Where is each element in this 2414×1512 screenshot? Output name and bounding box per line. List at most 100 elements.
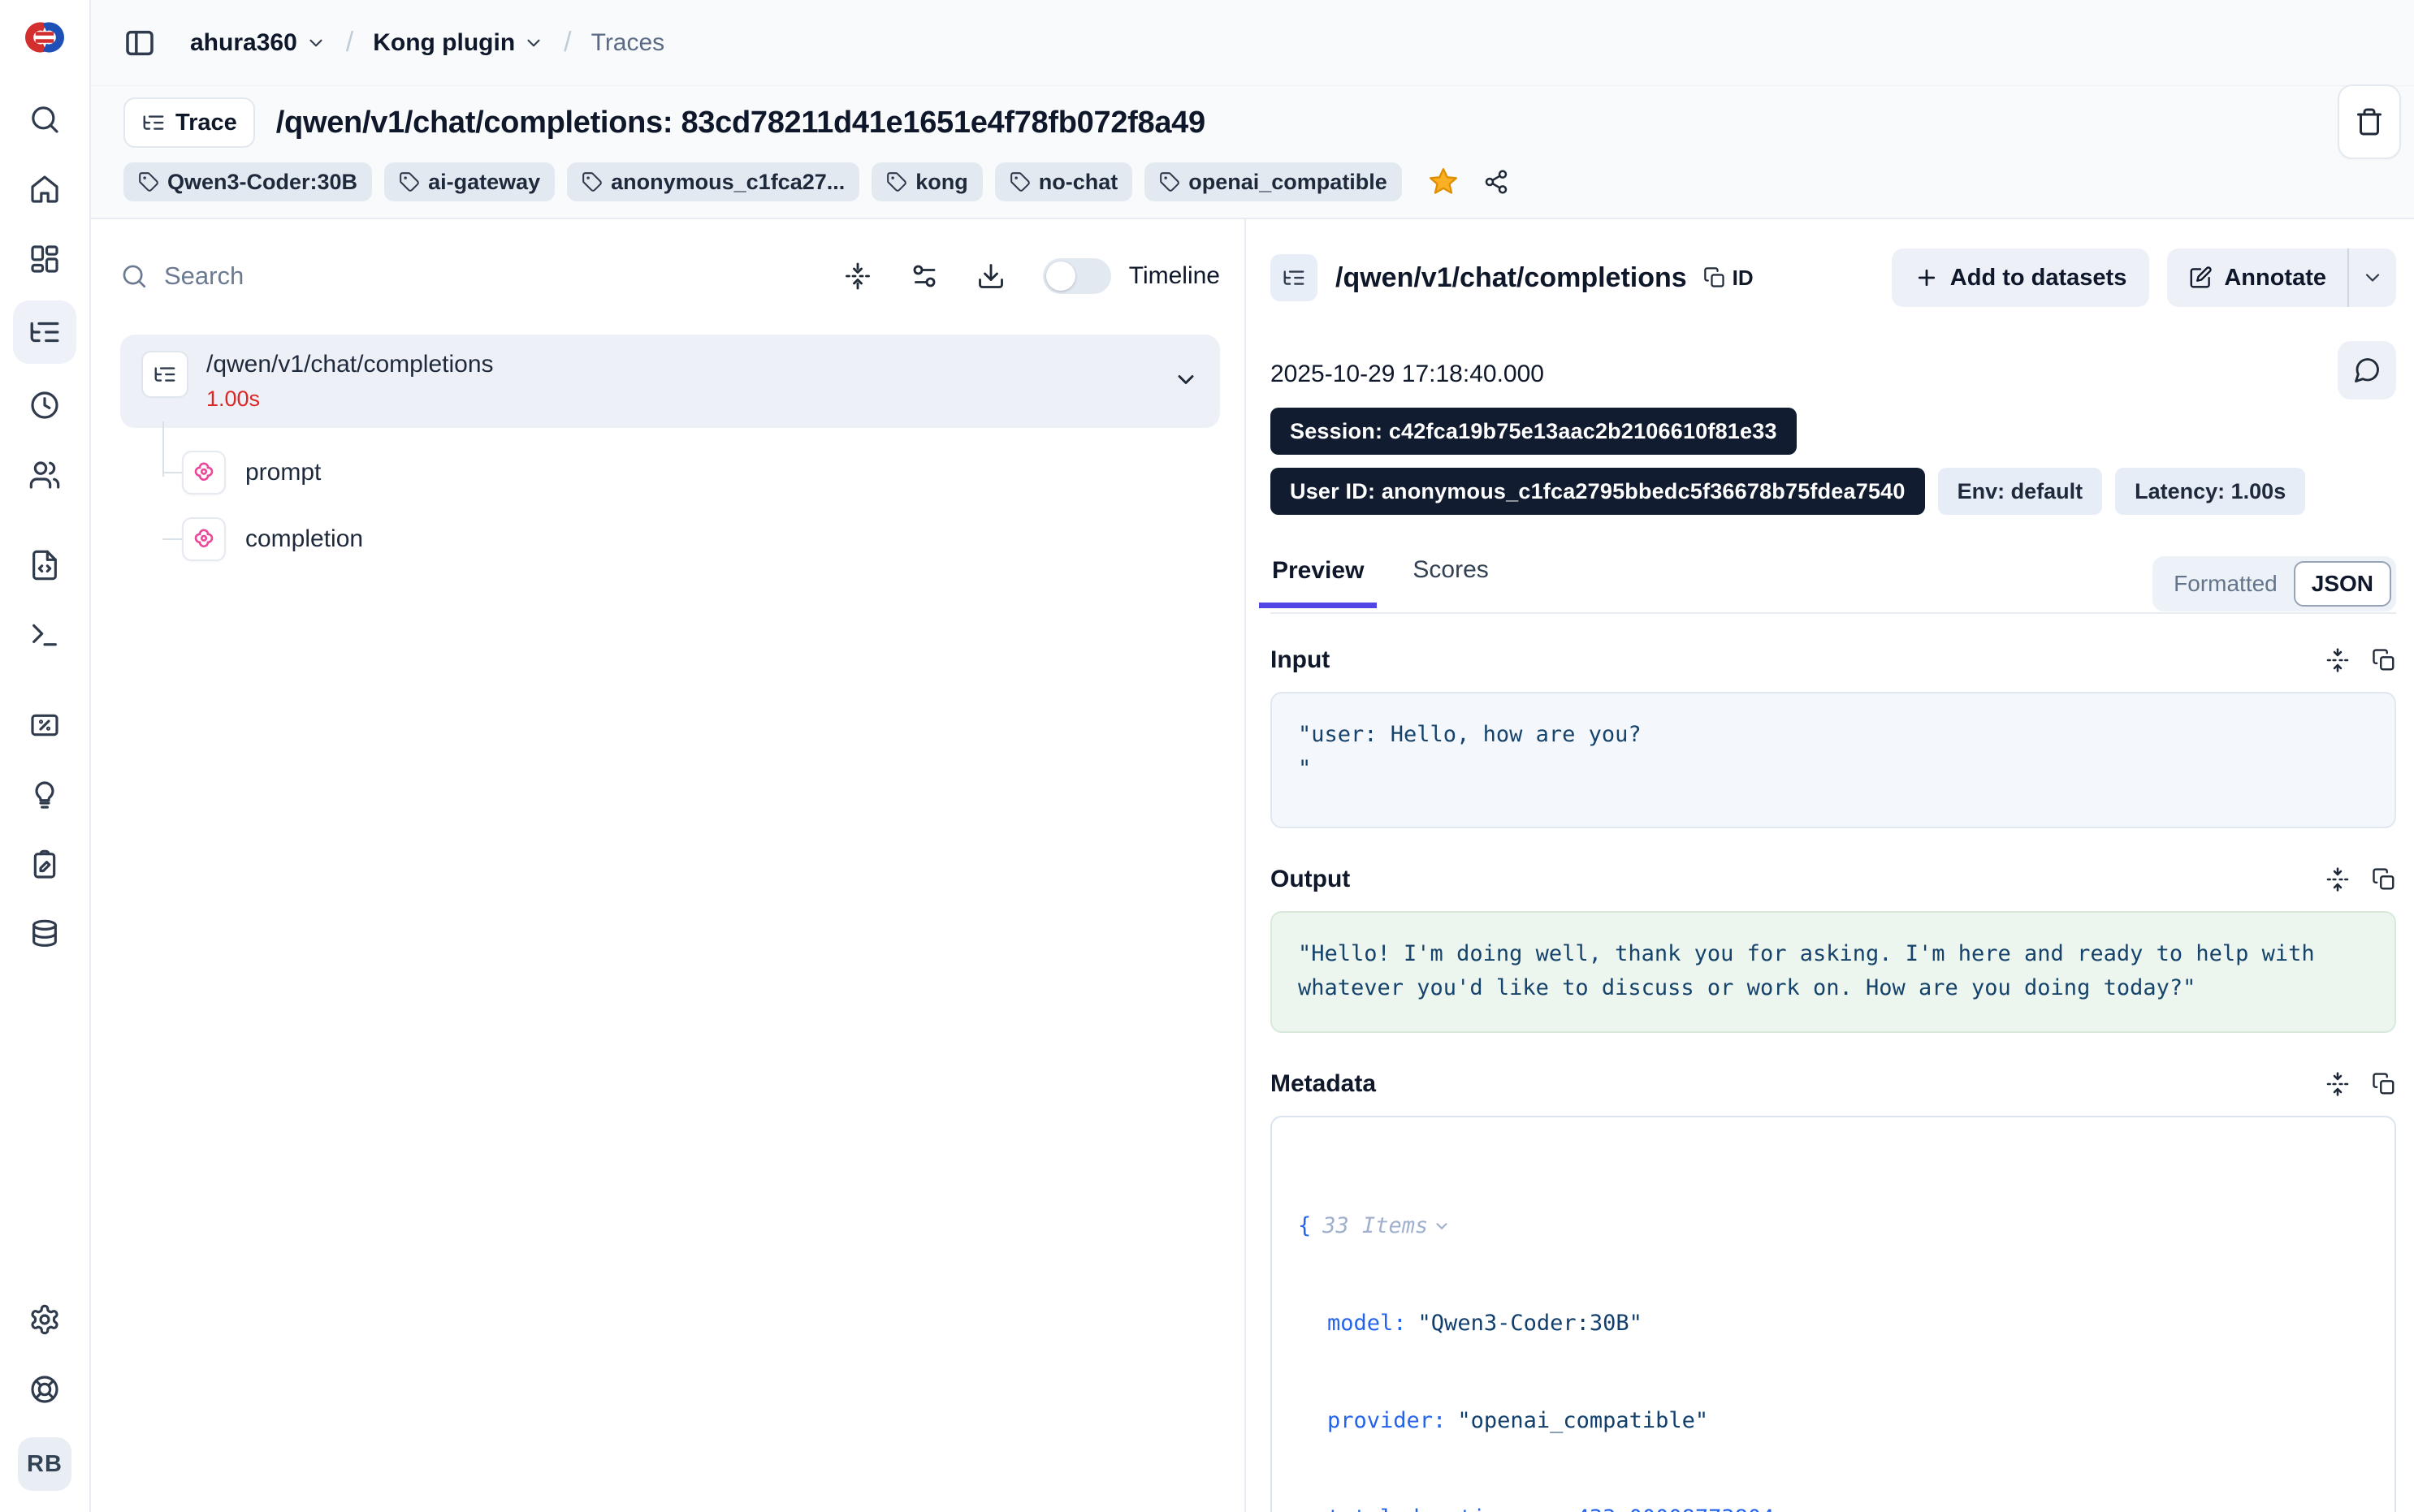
tab-preview[interactable]: Preview [1259,557,1377,608]
tag-icon [138,171,159,192]
search-input[interactable] [164,261,619,291]
id-label: ID [1733,266,1754,291]
download-icon[interactable] [976,261,1006,291]
breadcrumb-section[interactable]: Kong plugin [373,29,544,57]
collapse-section-icon[interactable] [2325,866,2351,892]
tag-row: Qwen3-Coder:30B ai-gateway anonymous_c1f… [123,162,2382,201]
copy-icon[interactable] [2372,1072,2396,1096]
tag-chip[interactable]: no-chat [995,162,1133,201]
clock-icon [28,389,61,421]
generation-icon [192,527,216,551]
input-content: "user: Hello, how are you? " [1270,692,2396,828]
sidebar-item-search[interactable] [24,98,66,140]
dashboard-icon [28,243,61,275]
latency-badge: Latency: 1.00s [2115,468,2305,515]
tag-label: kong [915,170,968,195]
search-icon [120,262,148,290]
sidebar-item-support[interactable] [24,1368,66,1410]
sidebar-item-datasets[interactable] [24,914,66,956]
list-tree-icon [153,362,177,387]
annotate-label: Annotate [2224,265,2326,292]
copy-icon[interactable] [2372,867,2396,892]
comments-button[interactable] [2338,341,2396,400]
breadcrumb-page[interactable]: Traces [591,29,665,57]
collapse-all-icon[interactable] [843,261,872,291]
annotate-button-group: Annotate [2167,248,2396,307]
trace-tree: /qwen/v1/chat/completions 1.00s [120,335,1220,572]
share-icon[interactable] [1483,169,1509,195]
generation-badge [182,517,226,561]
bookmark-star-icon[interactable] [1427,166,1460,198]
tag-icon [1010,171,1031,192]
copy-icon[interactable] [2372,648,2396,672]
copy-id-button[interactable]: ID [1703,266,1754,291]
annotate-button[interactable]: Annotate [2167,248,2347,307]
tree-item-completion[interactable]: completion [162,506,1220,572]
user-id-badge[interactable]: User ID: anonymous_c1fca2795bbedc5f36678… [1270,468,1925,515]
content-area: Timeline /qwen/v1/chat/completions 1.00s [91,219,2414,1512]
tag-chip[interactable]: kong [872,162,983,201]
collapse-section-icon[interactable] [2325,647,2351,673]
annotate-dropdown-chevron[interactable] [2349,248,2396,307]
add-to-datasets-button[interactable]: Add to datasets [1892,248,2150,307]
timeline-toggle[interactable] [1043,258,1111,294]
expand-chevron-icon[interactable] [1433,1217,1451,1235]
sidebar-item-judges[interactable] [24,774,66,816]
app-root: RB ahura360 / Kong plugin / Traces [0,0,2414,1512]
sidebar-item-prompts[interactable] [24,544,66,586]
copy-icon [1703,266,1726,289]
delete-trace-button[interactable] [2338,84,2401,159]
sidebar-item-home[interactable] [24,168,66,210]
collapse-section-icon[interactable] [2325,1071,2351,1097]
tree-connector [162,472,182,473]
tag-label: no-chat [1039,170,1118,195]
tag-label: openai_compatible [1188,170,1387,195]
sidebar-item-evaluators[interactable] [24,704,66,746]
chevron-down-icon [305,32,327,54]
tag-chip[interactable]: openai_compatible [1144,162,1402,201]
metadata-json-viewer: { 33 Items model:"Qwen3-Coder:30B" provi… [1270,1116,2396,1512]
tree-item-label: completion [245,525,363,553]
clipboard-pen-icon [28,849,61,881]
tag-chip[interactable]: Qwen3-Coder:30B [123,162,372,201]
plus-icon [1914,266,1939,290]
users-icon [28,459,61,491]
sidebar-item-dashboard[interactable] [24,238,66,280]
sidebar-item-playground[interactable] [24,614,66,656]
sidebar-item-sessions[interactable] [24,384,66,426]
json-toggle[interactable]: JSON [2294,561,2391,607]
tag-label: Qwen3-Coder:30B [167,170,357,195]
sidebar-item-traces[interactable] [13,300,76,364]
trace-badge-label: Trace [175,110,237,136]
sidebar-item-settings[interactable] [24,1298,66,1341]
breadcrumb-project[interactable]: ahura360 [190,29,327,57]
session-badge[interactable]: Session: c42fca19b75e13aac2b2106610f81e3… [1270,408,1797,455]
filter-settings-icon[interactable] [910,261,939,291]
output-content: "Hello! I'm doing well, thank you for as… [1270,911,2396,1033]
tag-chip[interactable]: anonymous_c1fca27... [567,162,859,201]
panel-left-toggle-icon[interactable] [123,27,156,59]
json-entry: total_duration_ms:433.00008773804 [1298,1502,2369,1512]
tree-root-row[interactable]: /qwen/v1/chat/completions 1.00s [120,335,1220,428]
output-line: "Hello! I'm doing well, thank you for as… [1298,941,2315,966]
tree-item-prompt[interactable]: prompt [162,439,1220,506]
detail-tabs: Preview Scores Formatted JSON [1270,551,2396,614]
app-logo[interactable] [22,18,67,57]
tab-scores[interactable]: Scores [1400,556,1501,607]
formatted-toggle[interactable]: Formatted [2157,563,2294,605]
generation-icon [192,460,216,485]
sidebar-item-annotation[interactable] [24,844,66,886]
search-box [120,261,843,291]
user-avatar[interactable]: RB [18,1437,71,1491]
list-tree-icon [28,315,62,349]
output-line: whatever you'd like to discuss or work o… [1298,975,2196,1000]
logo-icon [23,19,67,56]
breadcrumb-separator: / [557,27,578,58]
chat-bubble-icon [2352,356,2382,385]
chevron-down-icon[interactable] [1173,366,1199,396]
generation-badge [182,451,226,495]
sidebar-item-users[interactable] [24,454,66,496]
lightbulb-icon [28,779,61,811]
tag-chip[interactable]: ai-gateway [384,162,555,201]
percent-card-icon [28,709,61,741]
